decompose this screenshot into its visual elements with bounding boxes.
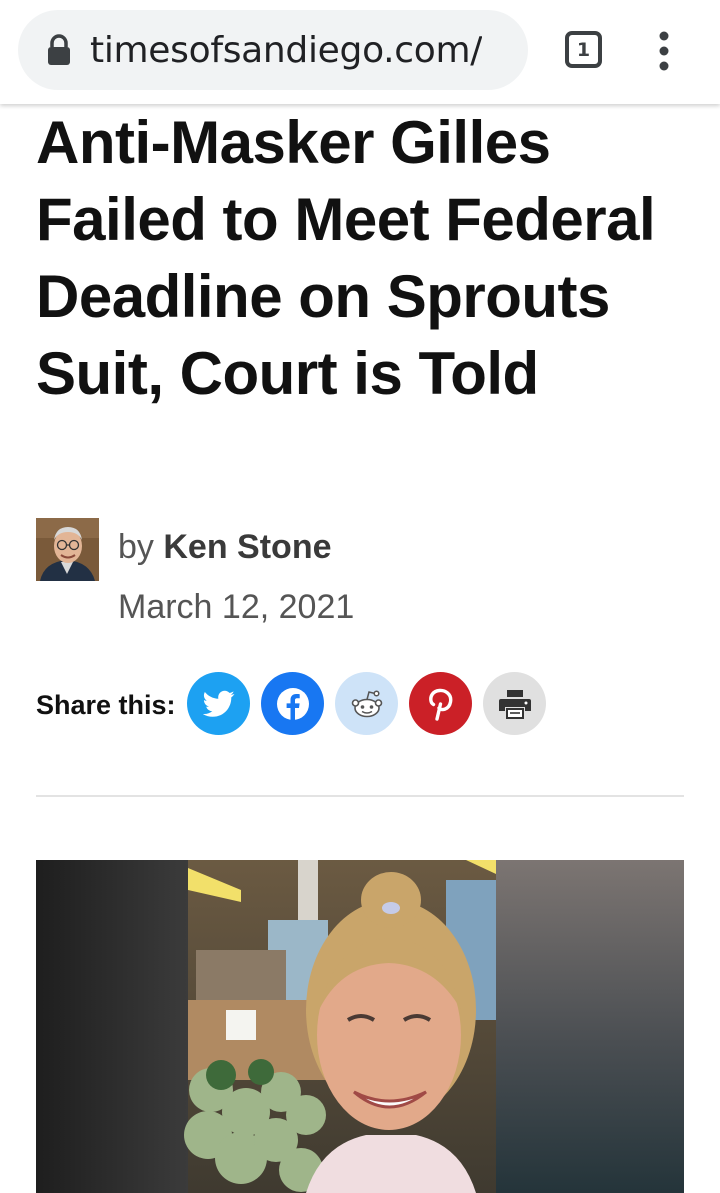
share-print-button[interactable]: [483, 672, 546, 735]
tab-switcher-button[interactable]: 1: [565, 31, 602, 68]
share-twitter-button[interactable]: [187, 672, 250, 735]
share-facebook-button[interactable]: [261, 672, 324, 735]
author-name-link[interactable]: Ken Stone: [163, 528, 331, 566]
byline: by Ken Stone: [118, 528, 332, 567]
lock-icon: [48, 34, 70, 65]
twitter-icon: [202, 690, 234, 717]
pinterest-icon: [428, 688, 452, 721]
more-vert-icon[interactable]: [654, 30, 674, 72]
article-headline: Anti-Masker Gilles Failed to Meet Fed­er…: [36, 109, 656, 407]
article-hero-image[interactable]: [36, 860, 684, 1193]
publish-date: March 12, 2021: [118, 588, 355, 626]
url-text[interactable]: timesofsandiego.com/: [90, 30, 482, 71]
byline-prefix: by: [118, 528, 154, 566]
print-icon: [498, 689, 531, 719]
share-reddit-button[interactable]: [335, 672, 398, 735]
author-avatar[interactable]: [36, 518, 99, 581]
share-label: Share this:: [36, 690, 176, 720]
browser-toolbar: timesofsandiego.com/ 1: [0, 0, 720, 104]
facebook-icon: [276, 687, 309, 721]
reddit-icon: [351, 689, 382, 717]
address-bar[interactable]: timesofsandiego.com/: [18, 10, 528, 90]
share-pinterest-button[interactable]: [409, 672, 472, 735]
divider: [36, 795, 684, 797]
